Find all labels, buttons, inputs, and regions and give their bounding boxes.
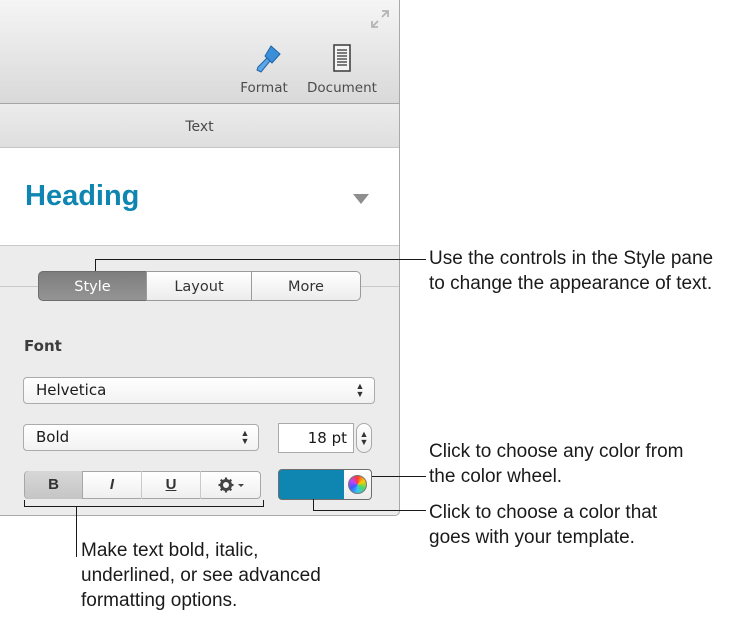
callout-text-line: goes with your template. bbox=[429, 527, 635, 548]
callout-text-line: Click to choose any color from bbox=[429, 441, 684, 462]
fullscreen-icon[interactable] bbox=[369, 8, 391, 30]
paragraph-style-name: Heading bbox=[25, 180, 140, 212]
callout-format-options: Make text bold, italic, underlined, or s… bbox=[81, 538, 321, 613]
inspector-toolbar: Format Document bbox=[0, 0, 399, 104]
section-header: Text bbox=[0, 104, 399, 148]
font-size-field[interactable]: 18 pt bbox=[278, 423, 354, 453]
font-family-popup[interactable]: Helvetica bbox=[23, 377, 375, 404]
chevron-down-icon[interactable] bbox=[352, 192, 370, 206]
callout-bracket-format bbox=[24, 506, 264, 507]
color-wheel-icon bbox=[348, 475, 367, 494]
font-family-value: Helvetica bbox=[36, 381, 107, 399]
updown-arrows-icon: ▲ ▼ bbox=[355, 381, 365, 399]
document-icon bbox=[333, 44, 351, 72]
callout-text-line: Make text bold, italic, bbox=[81, 540, 259, 561]
italic-button[interactable]: I bbox=[83, 471, 142, 499]
callout-text-line: underlined, or see advanced bbox=[81, 565, 321, 586]
color-wheel-button[interactable] bbox=[344, 469, 372, 500]
format-button[interactable]: Format bbox=[233, 38, 305, 100]
callout-line-format bbox=[76, 506, 77, 557]
callout-line-color-wheel bbox=[372, 476, 426, 477]
callout-text-line: to change the appearance of text. bbox=[429, 273, 713, 294]
tab-more[interactable]: More bbox=[251, 271, 361, 301]
stepper-arrows-icon: ▲ ▼ bbox=[359, 429, 369, 447]
callout-text-line: formatting options. bbox=[81, 590, 238, 611]
callout-line-style bbox=[95, 259, 426, 260]
callout-text-line: Click to choose a color that bbox=[429, 502, 658, 523]
inspector-panel: Format Document Text Heading Style Layou… bbox=[0, 0, 400, 516]
section-title: Text bbox=[185, 119, 214, 135]
paragraph-style-selector[interactable]: Heading bbox=[0, 148, 399, 246]
callout-template-color: Click to choose a color that goes with y… bbox=[429, 500, 657, 550]
typeface-popup[interactable]: Bold bbox=[23, 424, 259, 451]
font-heading: Font bbox=[24, 337, 62, 355]
gear-icon bbox=[218, 477, 244, 493]
callout-text-line: Use the controls in the Style pane bbox=[429, 248, 714, 269]
updown-arrows-icon: ▲ ▼ bbox=[240, 428, 250, 446]
format-label: Format bbox=[240, 80, 288, 96]
color-well[interactable] bbox=[278, 469, 345, 500]
paintbrush-icon bbox=[256, 45, 281, 73]
document-label: Document bbox=[307, 80, 377, 96]
callout-style-pane: Use the controls in the Style pane to ch… bbox=[429, 246, 713, 296]
tab-style[interactable]: Style bbox=[38, 271, 147, 301]
bold-button[interactable]: B bbox=[25, 471, 83, 499]
callout-line-style bbox=[95, 259, 96, 271]
document-button[interactable]: Document bbox=[304, 38, 384, 100]
callout-line-template-color bbox=[313, 510, 426, 511]
advanced-options-button[interactable] bbox=[201, 471, 260, 499]
underline-button[interactable]: U bbox=[142, 471, 201, 499]
callout-color-wheel: Click to choose any color from the color… bbox=[429, 439, 684, 489]
typeface-value: Bold bbox=[36, 428, 70, 446]
font-size-stepper[interactable]: ▲ ▼ bbox=[356, 423, 372, 453]
tab-layout[interactable]: Layout bbox=[146, 271, 252, 301]
callout-text-line: the color wheel. bbox=[429, 466, 563, 487]
